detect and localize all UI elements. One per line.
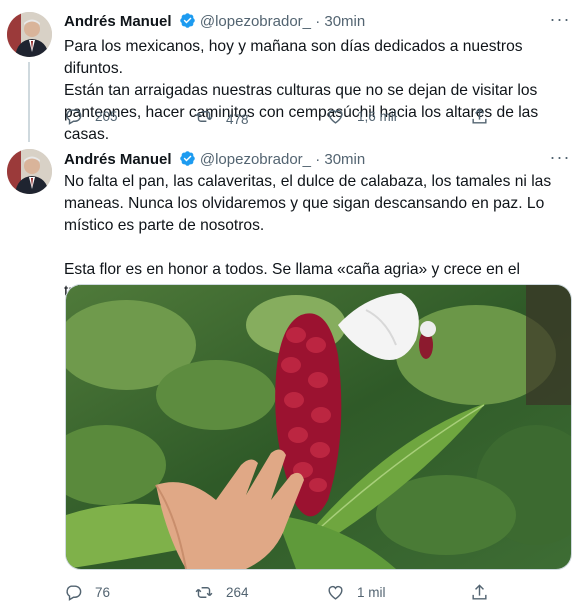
- verified-badge-icon: [179, 150, 196, 171]
- retweet-button[interactable]: 264: [194, 582, 249, 602]
- retweet-count: 264: [226, 584, 249, 600]
- share-icon: [472, 107, 487, 124]
- author-name[interactable]: Andrés Manuel: [64, 151, 172, 168]
- separator-dot: ·: [315, 151, 321, 168]
- author-handle[interactable]: @lopezobrador_: [200, 151, 311, 168]
- reply-icon: [66, 584, 82, 601]
- flower-photo: [66, 285, 571, 569]
- retweet-icon: [195, 110, 213, 122]
- verified-badge-icon: [179, 12, 196, 33]
- like-button[interactable]: 1,6 mil: [326, 106, 397, 126]
- retweet-button[interactable]: 478: [194, 106, 249, 127]
- heart-icon: [328, 109, 343, 124]
- reply-button[interactable]: 76: [64, 582, 110, 602]
- tweet-text: Para los mexicanos, hoy y mañana son día…: [64, 38, 539, 143]
- share-button[interactable]: [470, 106, 501, 126]
- tweet-actions: 205 478 1,6 mil: [64, 106, 564, 127]
- thread-connector: [28, 62, 30, 142]
- retweet-count: 478: [226, 112, 249, 127]
- share-button[interactable]: [470, 582, 501, 602]
- author-avatar[interactable]: [7, 149, 52, 194]
- tweet-header: Andrés Manuel @lopezobrador_ · 30min: [64, 12, 365, 33]
- tweet-timestamp[interactable]: 30min: [324, 13, 365, 30]
- reply-count: 205: [95, 108, 118, 124]
- more-options-icon[interactable]: ···: [548, 148, 572, 168]
- like-count: 1 mil: [357, 584, 386, 600]
- tweet-media-image[interactable]: [65, 284, 572, 570]
- tweet-header: Andrés Manuel @lopezobrador_ · 30min: [64, 150, 365, 171]
- reply-icon: [66, 108, 82, 125]
- author-avatar[interactable]: [7, 12, 52, 57]
- heart-icon: [328, 585, 343, 600]
- separator-dot: ·: [315, 13, 321, 30]
- reply-count: 76: [95, 584, 111, 600]
- tweet-timestamp[interactable]: 30min: [324, 151, 365, 168]
- share-icon: [472, 583, 487, 600]
- like-count: 1,6 mil: [357, 108, 397, 124]
- author-name[interactable]: Andrés Manuel: [64, 13, 172, 30]
- author-handle[interactable]: @lopezobrador_: [200, 13, 311, 30]
- like-button[interactable]: 1 mil: [326, 582, 386, 602]
- tweet-actions: 76 264 1 mil: [64, 582, 564, 602]
- retweet-icon: [195, 586, 213, 598]
- reply-button[interactable]: 205: [64, 106, 118, 126]
- tweet-1[interactable]: Andrés Manuel @lopezobrador_ · 30min ···…: [0, 0, 584, 143]
- more-options-icon[interactable]: ···: [548, 10, 572, 30]
